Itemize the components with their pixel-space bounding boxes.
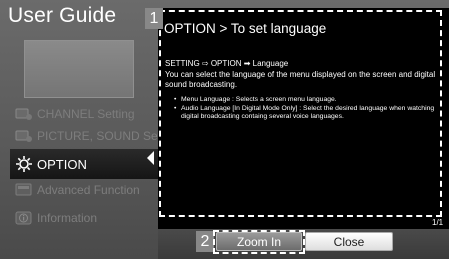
menu-item-information[interactable]: Information: [14, 207, 97, 229]
menu-item-label: OPTION: [37, 156, 87, 172]
picture-sound-icon: [14, 128, 34, 144]
channel-icon: [14, 106, 34, 122]
content-title: OPTION > To set language: [164, 21, 327, 36]
menu-item-label: CHANNEL Setting: [37, 107, 135, 121]
menu-item-picture-sound-setting[interactable]: PICTURE, SOUND Setting: [14, 125, 180, 147]
content-description: You can select the language of the menu …: [165, 70, 436, 89]
information-icon: [14, 210, 34, 226]
callout-1: 1: [145, 8, 163, 29]
menu-item-option[interactable]: OPTION: [10, 149, 166, 179]
list-item: Menu Language : Selects a screen menu la…: [172, 96, 444, 105]
menu-item-label: Information: [37, 211, 98, 225]
menu-item-channel-setting[interactable]: CHANNEL Setting: [14, 103, 135, 125]
selection-pointer-icon: [147, 151, 154, 165]
menu-item-advanced-function[interactable]: Advanced Function: [14, 179, 140, 201]
user-guide-screen: User Guide CHANNEL Setting PICTURE, SOUN…: [0, 0, 449, 259]
list-item: Audio Language [In Digital Mode Only] : …: [172, 105, 444, 122]
close-button[interactable]: Close: [305, 232, 393, 251]
content-bullet-list: Menu Language : Selects a screen menu la…: [172, 96, 444, 122]
zoom-in-highlight-frame: [213, 230, 305, 254]
left-panel: User Guide CHANNEL Setting PICTURE, SOUN…: [0, 0, 180, 259]
menu-item-label: Advanced Function: [37, 183, 140, 197]
callout-2: 2: [196, 231, 214, 252]
gear-icon: [14, 156, 34, 172]
preview-thumbnail: [24, 40, 134, 98]
advanced-function-icon: [14, 182, 34, 198]
settings-path: SETTING ⇨ OPTION ➡ Language: [165, 59, 289, 68]
page-title: User Guide: [8, 4, 117, 27]
page-indicator: 1/1: [432, 218, 444, 227]
